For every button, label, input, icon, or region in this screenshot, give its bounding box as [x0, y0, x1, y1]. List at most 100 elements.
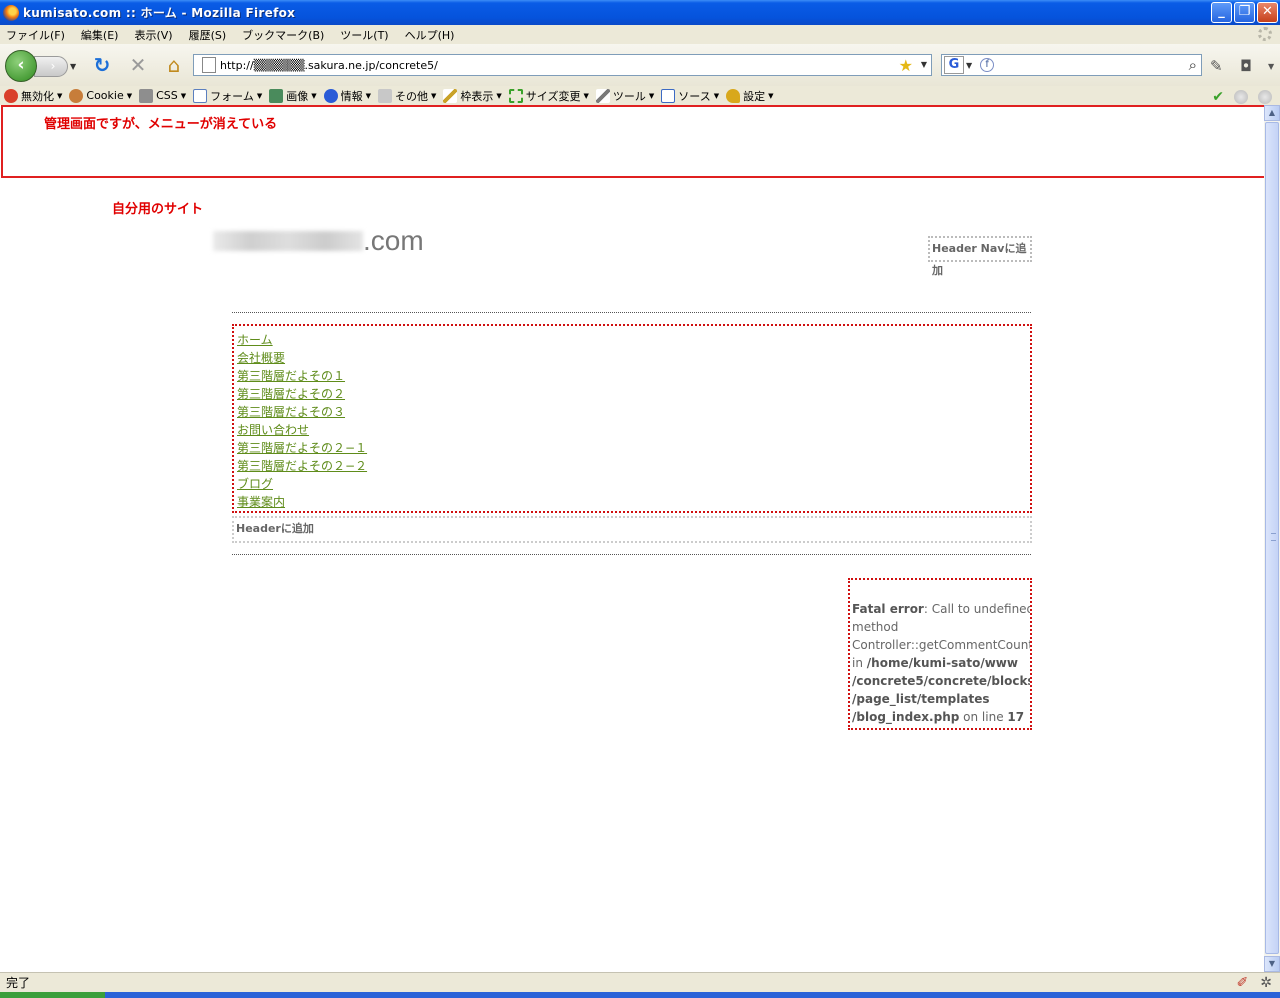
nav-link-level3-1[interactable]: 第三階層だよその１	[237, 367, 1030, 385]
chevron-down-icon: ▼	[768, 91, 774, 100]
wd-outline[interactable]: 枠表示 ▼	[443, 88, 502, 104]
google-icon[interactable]: G	[944, 56, 964, 74]
wd-disable[interactable]: 無効化 ▼	[4, 88, 62, 104]
nav-link-contact[interactable]: お問い合わせ	[237, 421, 1030, 439]
nav-link-company[interactable]: 会社概要	[237, 349, 1030, 367]
window-titlebar[interactable]: kumisato.com :: ホーム - Mozilla Firefox _ …	[0, 0, 1280, 25]
validation-check-icon[interactable]: ✔	[1212, 89, 1224, 105]
error-message-part: Call to undefined	[931, 602, 1032, 616]
nav-link-home[interactable]: ホーム	[237, 331, 1030, 349]
firebug-icon[interactable]: ✲	[1260, 975, 1272, 991]
error-in: in	[852, 656, 863, 670]
header-add-area[interactable]: Headerに追加	[232, 516, 1032, 543]
chevron-down-icon: ▼	[583, 91, 589, 100]
nav-link-level3-2-2[interactable]: 第三階層だよその２−２	[237, 457, 1030, 475]
highlighter-icon[interactable]: ✎	[1210, 57, 1223, 75]
url-text[interactable]: http://▒▒▒▒▒▒.sakura.ne.jp/concrete5/	[220, 59, 438, 72]
chevron-down-icon: ▼	[365, 91, 372, 100]
cookie-icon	[69, 88, 84, 103]
wd-cookie-label: Cookie	[86, 89, 124, 102]
menu-bookmarks[interactable]: ブックマーク(B)	[242, 27, 324, 43]
wd-disable-label: 無効化	[21, 89, 54, 103]
source-icon	[661, 88, 676, 103]
error-path-part: /concrete5/concrete/blocks	[852, 674, 1032, 688]
camera-dropdown-icon[interactable]: ▼	[1268, 62, 1274, 71]
site-domain-suffix: .com	[363, 225, 424, 256]
divider	[232, 554, 1031, 555]
clean-icon[interactable]: ✐	[1237, 975, 1249, 991]
url-dropdown-icon[interactable]: ▼	[921, 60, 927, 69]
wd-css[interactable]: CSS ▼	[139, 88, 187, 103]
wd-cookie[interactable]: Cookie ▼	[69, 88, 133, 103]
tools-icon	[595, 88, 610, 103]
back-button[interactable]: ‹	[5, 50, 37, 82]
error-path-part: /page_list/templates	[852, 692, 990, 706]
firefox-logo-icon	[3, 4, 19, 21]
css-status-icon[interactable]	[1234, 90, 1248, 104]
wd-source[interactable]: ソース ▼	[661, 88, 719, 104]
site-navigation: ホーム 会社概要 第三階層だよその１ 第三階層だよその２ 第三階層だよその３ お…	[232, 324, 1032, 513]
nav-link-business[interactable]: 事業案内	[237, 493, 1030, 511]
wd-image[interactable]: 画像 ▼	[269, 88, 317, 104]
stop-icon[interactable]: ✕	[126, 53, 150, 77]
scroll-grip-icon	[1271, 533, 1276, 541]
nav-link-level3-2[interactable]: 第三階層だよその２	[237, 385, 1030, 403]
url-bar[interactable]: http://▒▒▒▒▒▒.sakura.ne.jp/concrete5/ ★ …	[193, 54, 932, 76]
screenshot-camera-icon[interactable]: ◘	[1240, 57, 1252, 75]
menu-history[interactable]: 履歴(S)	[189, 27, 227, 43]
wd-resize[interactable]: サイズ変更 ▼	[508, 88, 589, 104]
menu-view[interactable]: 表示(V)	[134, 27, 172, 43]
bookmark-star-icon[interactable]: ★	[899, 56, 913, 75]
menu-tools[interactable]: ツール(T)	[340, 27, 388, 43]
wd-status-icons: ✔	[1212, 89, 1272, 105]
chevron-down-icon: ▼	[713, 91, 720, 100]
menu-edit[interactable]: 編集(E)	[81, 27, 119, 43]
header-nav-add-area[interactable]: Header Navに追加	[928, 236, 1032, 277]
scroll-up-arrow-icon[interactable]: ▲	[1264, 105, 1280, 121]
chevron-down-icon: ▼	[126, 91, 133, 100]
menu-help[interactable]: ヘルプ(H)	[405, 27, 455, 43]
forward-button[interactable]: ›	[34, 56, 68, 77]
home-icon[interactable]: ⌂	[162, 53, 186, 77]
error-message-part: Controller::getCommentCountString()	[852, 638, 1030, 652]
nav-link-blog[interactable]: ブログ	[237, 475, 1030, 493]
error-line-path: /blog_index.php on line 17	[852, 708, 1030, 726]
error-on-line: on line	[963, 710, 1004, 724]
scroll-down-arrow-icon[interactable]: ▼	[1264, 956, 1280, 972]
error-message-part: method	[852, 620, 899, 634]
error-line-path: /concrete5/concrete/blocks	[852, 672, 1030, 690]
wd-resize-label: サイズ変更	[525, 89, 581, 103]
window-title: kumisato.com :: ホーム - Mozilla Firefox	[23, 6, 296, 20]
vertical-scrollbar[interactable]: ▲ ▼	[1264, 105, 1280, 972]
error-line-number: 17	[1007, 710, 1025, 724]
throbber-icon	[1258, 27, 1272, 41]
wd-form[interactable]: フォーム ▼	[193, 88, 262, 104]
wd-tools[interactable]: ツール ▼	[595, 88, 654, 104]
search-icon[interactable]: ⌕	[1189, 56, 1197, 74]
minimize-button[interactable]: _	[1211, 2, 1232, 23]
error-label: Fatal error	[852, 602, 924, 616]
site-logo[interactable]: .com	[213, 227, 424, 255]
status-bar: 完了 ✐ ✲	[0, 972, 1280, 992]
reload-icon[interactable]: ↻	[90, 53, 114, 77]
wd-form-label: フォーム	[210, 89, 254, 103]
search-engine-dropdown-icon[interactable]: ▼	[966, 61, 972, 70]
wd-source-label: ソース	[678, 89, 711, 103]
wd-info[interactable]: 情報 ▼	[323, 88, 372, 104]
chevron-down-icon: ▼	[496, 91, 502, 100]
scroll-thumb[interactable]	[1265, 122, 1279, 954]
resize-icon	[508, 88, 523, 103]
menu-file[interactable]: ファイル(F)	[6, 27, 65, 43]
nav-link-level3-2-1[interactable]: 第三階層だよその２−１	[237, 439, 1030, 457]
nav-link-level3-3[interactable]: 第三階層だよその３	[237, 403, 1030, 421]
wd-settings[interactable]: 設定 ▼	[726, 88, 773, 104]
search-bar[interactable]: G ▼ f ⌕	[941, 54, 1202, 76]
info-icon	[323, 88, 338, 103]
chevron-down-icon: ▼	[180, 91, 187, 100]
restore-button[interactable]: ❐	[1234, 2, 1255, 23]
history-dropdown-icon[interactable]: ▼	[70, 62, 76, 71]
chevron-down-icon: ▼	[311, 91, 317, 100]
js-status-icon[interactable]	[1258, 90, 1272, 104]
close-button[interactable]: ✕	[1257, 2, 1278, 23]
wd-misc[interactable]: その他 ▼	[378, 88, 436, 104]
